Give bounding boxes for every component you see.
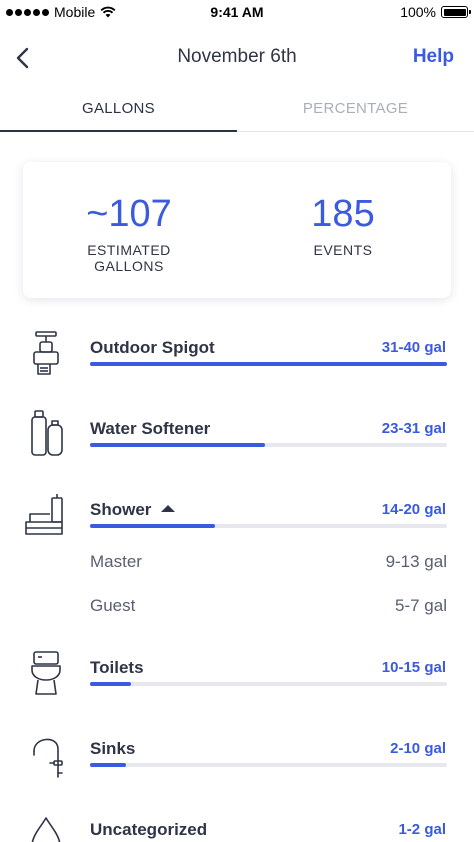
sub-row-guest[interactable]: Guest 5-7 gal xyxy=(90,596,447,616)
category-row-toilets[interactable]: Toilets 10-15 gal xyxy=(0,644,474,704)
faucet-icon xyxy=(22,731,70,779)
battery-icon xyxy=(441,6,471,18)
tab-gallons[interactable]: GALLONS xyxy=(0,88,237,132)
category-range: 2-10 gal xyxy=(390,740,446,757)
usage-bar xyxy=(90,524,447,528)
category-name: Outdoor Spigot xyxy=(90,338,215,357)
category-name: Toilets xyxy=(90,658,144,677)
collapse-caret-icon[interactable] xyxy=(161,505,176,513)
category-range: 23-31 gal xyxy=(381,420,446,437)
category-name: Uncategorized xyxy=(90,820,208,839)
gallons-label-line2: GALLONS xyxy=(94,258,164,274)
water-softener-icon xyxy=(22,409,70,457)
page-title: November 6th xyxy=(177,46,297,67)
category-name-wrap: Shower xyxy=(90,500,176,520)
category-name: Sinks xyxy=(90,739,136,758)
category-range: 1-2 gal xyxy=(398,821,446,838)
tab-bar: GALLONS PERCENTAGE xyxy=(0,88,474,132)
category-name: Shower xyxy=(90,500,152,519)
category-row-sinks[interactable]: Sinks 2-10 gal xyxy=(0,725,474,785)
sub-range: 9-13 gal xyxy=(385,552,447,571)
category-name: Water Softener xyxy=(90,419,211,438)
category-range: 10-15 gal xyxy=(381,659,446,676)
usage-bar-fill xyxy=(90,524,215,528)
summary-card: ~107 ESTIMATED GALLONS 185 EVENTS xyxy=(23,162,451,298)
gallons-label: ESTIMATED GALLONS xyxy=(83,242,175,274)
category-range: 14-20 gal xyxy=(381,501,446,518)
usage-bar xyxy=(90,763,447,767)
status-bar: Mobile 9:41 AM 100% xyxy=(0,0,474,24)
battery-percent: 100% xyxy=(400,4,436,20)
sub-range: 5-7 gal xyxy=(395,596,447,615)
events-value: 185 xyxy=(311,193,375,235)
battery-area: 100% xyxy=(400,4,471,20)
tab-percentage[interactable]: PERCENTAGE xyxy=(237,88,474,132)
sub-name: Master xyxy=(90,552,142,571)
gallons-label-line1: ESTIMATED xyxy=(87,242,171,258)
gallons-stat: ~107 ESTIMATED GALLONS xyxy=(83,192,175,274)
nav-bar: November 6th Help xyxy=(0,36,474,80)
events-label: EVENTS xyxy=(313,242,373,258)
sub-name: Guest xyxy=(90,596,136,615)
category-row-outdoor-spigot[interactable]: Outdoor Spigot 31-40 gal xyxy=(0,324,474,384)
usage-bar-fill xyxy=(90,763,126,767)
help-button[interactable]: Help xyxy=(413,46,454,68)
usage-bar-fill xyxy=(90,682,132,686)
category-row-uncategorized[interactable]: Uncategorized 1-2 gal xyxy=(0,806,474,842)
category-row-shower[interactable]: Shower 14-20 gal Master 9-13 gal Guest 5… xyxy=(0,486,474,626)
drop-icon xyxy=(22,814,70,842)
gallons-value: ~107 xyxy=(86,193,172,235)
usage-bar-fill xyxy=(90,443,265,447)
shower-icon xyxy=(22,492,70,540)
usage-bar xyxy=(90,362,447,366)
spigot-icon xyxy=(22,330,70,378)
sub-row-master[interactable]: Master 9-13 gal xyxy=(90,552,447,572)
category-range: 31-40 gal xyxy=(381,339,446,356)
usage-bar-fill xyxy=(90,362,447,366)
toilet-icon xyxy=(22,648,70,696)
category-row-water-softener[interactable]: Water Softener 23-31 gal xyxy=(0,405,474,465)
usage-bar xyxy=(90,443,447,447)
events-stat: 185 EVENTS xyxy=(293,192,393,258)
usage-bar xyxy=(90,682,447,686)
